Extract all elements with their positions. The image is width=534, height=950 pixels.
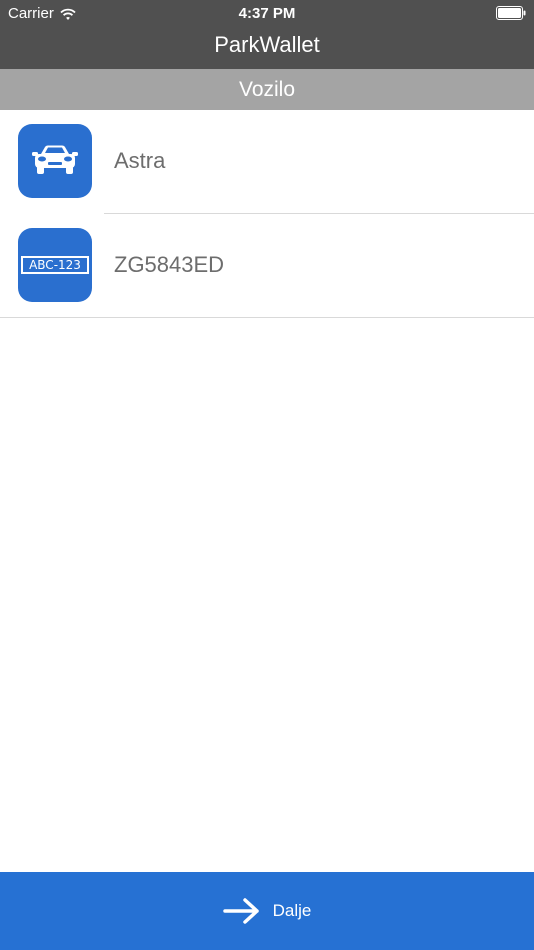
app-title: ParkWallet	[214, 32, 320, 57]
car-icon	[18, 124, 92, 198]
registration-label: ZG5843ED	[114, 252, 225, 277]
next-button[interactable]: Dalje	[0, 872, 534, 950]
battery-icon	[496, 6, 526, 20]
arrow-right-icon	[222, 898, 259, 924]
row-divider	[0, 317, 534, 318]
list-item-registration[interactable]: ABC-123 ZG5843ED	[0, 214, 534, 318]
navigation-bar: ParkWallet	[0, 28, 534, 69]
status-time: 4:37 PM	[238, 5, 296, 22]
vehicle-list: Astra ABC-123 ZG5843ED	[0, 110, 534, 318]
license-plate-icon: ABC-123	[18, 228, 92, 302]
plate-text: ABC-123	[21, 256, 89, 274]
next-button-label: Dalje	[272, 901, 312, 920]
status-bar: Carrier 4:37 PM	[0, 0, 534, 28]
list-item-vehicle-name[interactable]: Astra	[0, 110, 534, 214]
section-header-vozilo: Vozilo	[0, 69, 534, 110]
vehicle-name-label: Astra	[114, 148, 166, 173]
